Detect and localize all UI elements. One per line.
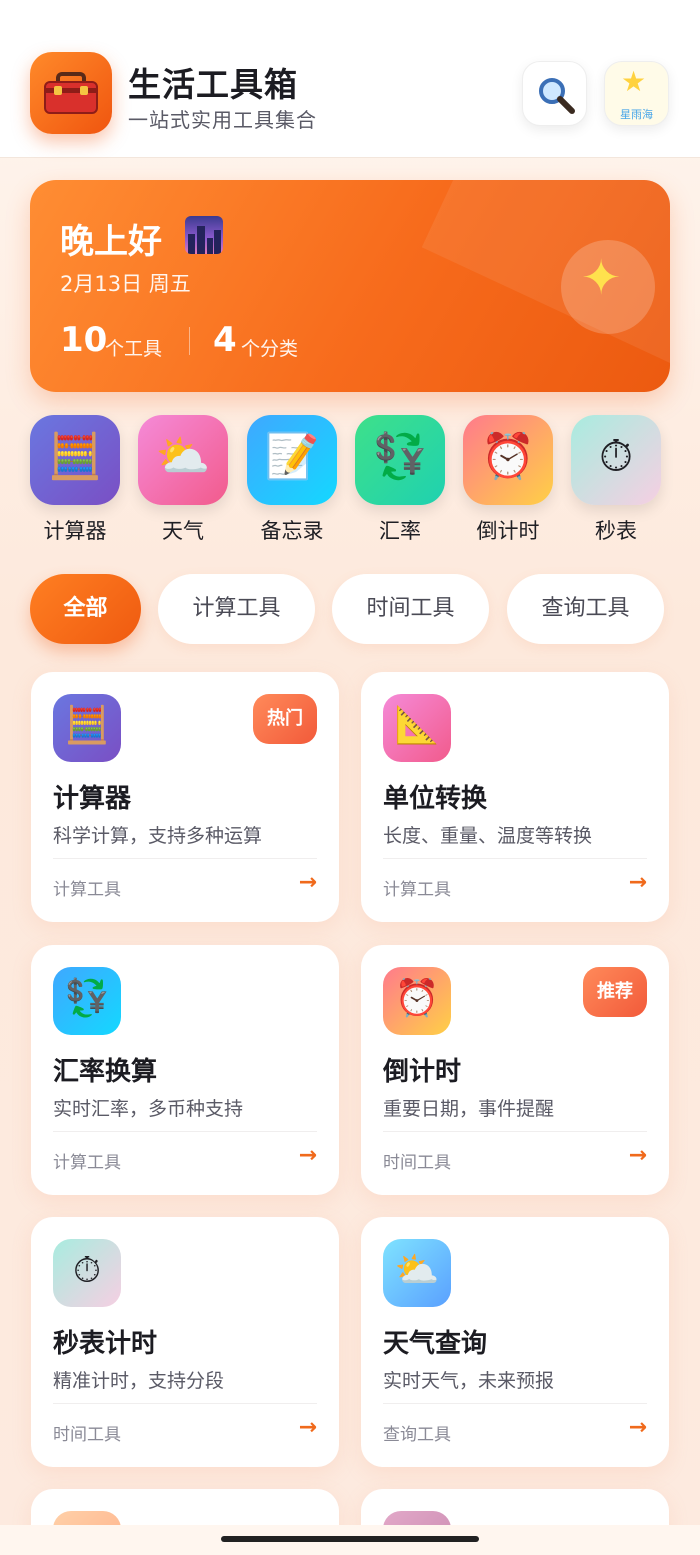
card-title: 秒表计时: [53, 1329, 158, 1359]
tool-card-stopwatch[interactable]: ⏱ 秒表计时 精准计时，支持分段 时间工具 →: [31, 1217, 339, 1467]
abacus-icon: 🧮: [64, 705, 110, 746]
quick-weather[interactable]: ⛅: [138, 415, 228, 505]
card-desc: 科学计算，支持多种运算: [53, 825, 263, 847]
arrow-right-icon: →: [298, 1143, 317, 1168]
quick-label-memo: 备忘录: [260, 519, 324, 543]
sun-cloud-icon: ⛅: [155, 431, 211, 482]
card-category: 查询工具: [383, 1425, 451, 1445]
card-title: 天气查询: [383, 1329, 488, 1359]
card-category: 计算工具: [383, 880, 451, 900]
card-desc: 重要日期，事件提醒: [383, 1098, 555, 1120]
card-title: 单位转换: [383, 784, 488, 814]
stat-divider: [189, 327, 190, 355]
card-divider: [383, 858, 647, 859]
card-category: 计算工具: [53, 1153, 121, 1173]
quick-label-weather: 天气: [162, 519, 204, 543]
card-icon: 🧮: [53, 694, 121, 762]
tab-calc-tools[interactable]: 计算工具: [158, 574, 315, 644]
arrow-right-icon: →: [628, 870, 647, 895]
date-text: 2月13日 周五: [60, 272, 191, 296]
night-city-icon: [185, 216, 223, 254]
tool-card-unit-convert[interactable]: 📐 单位转换 长度、重量、温度等转换 计算工具 →: [361, 672, 669, 922]
stopwatch-icon: ⏱: [72, 1250, 102, 1291]
arrow-right-icon: →: [298, 870, 317, 895]
tab-time-tools[interactable]: 时间工具: [332, 574, 489, 644]
card-icon: 📐: [383, 694, 451, 762]
arrow-right-icon: →: [298, 1415, 317, 1440]
tool-card-countdown[interactable]: ⏰ 推荐 倒计时 重要日期，事件提醒 时间工具 →: [361, 945, 669, 1195]
tool-card-weather[interactable]: ⛅ 天气查询 实时天气，未来预报 查询工具 →: [361, 1217, 669, 1467]
app-title: 生活工具箱: [128, 65, 298, 104]
greeting-text: 晚上好: [60, 222, 162, 262]
sparkles-icon: ✦: [561, 240, 655, 334]
avatar-text: 星雨海: [620, 108, 653, 121]
card-divider: [383, 1131, 647, 1132]
quick-countdown[interactable]: ⏰: [463, 415, 553, 505]
recommend-badge: 推荐: [583, 967, 647, 1017]
triangle-ruler-icon: 📐: [394, 705, 440, 746]
tab-query-tools[interactable]: 查询工具: [507, 574, 664, 644]
card-desc: 长度、重量、温度等转换: [383, 825, 593, 847]
quick-memo[interactable]: 📝: [247, 415, 337, 505]
quick-label-calculator: 计算器: [43, 519, 107, 543]
card-divider: [53, 858, 317, 859]
tool-card-exchange[interactable]: 💱 汇率换算 实时汇率，多币种支持 计算工具 →: [31, 945, 339, 1195]
card-desc: 实时天气，未来预报: [383, 1370, 555, 1392]
card-desc: 精准计时，支持分段: [53, 1370, 225, 1392]
quick-stopwatch[interactable]: ⏱: [571, 415, 661, 505]
card-category: 计算工具: [53, 880, 121, 900]
card-divider: [383, 1403, 647, 1404]
alarm-clock-icon: ⏰: [394, 978, 440, 1019]
tool-card-calculator[interactable]: 🧮 热门 计算器 科学计算，支持多种运算 计算工具 →: [31, 672, 339, 922]
quick-calculator[interactable]: 🧮: [30, 415, 120, 505]
alarm-clock-icon: ⏰: [480, 431, 536, 482]
card-icon: 💱: [53, 967, 121, 1035]
app-header: 生活工具箱 一站式实用工具集合 ★ 星雨海: [0, 0, 700, 158]
card-icon: ⛅: [383, 1239, 451, 1307]
quick-exchange[interactable]: 💱: [355, 415, 445, 505]
card-category: 时间工具: [383, 1153, 451, 1173]
tool-count-unit: 个工具: [105, 338, 163, 360]
currency-exchange-icon: 💱: [64, 978, 110, 1019]
hot-badge: 热门: [253, 694, 317, 744]
greeting-banner: 晚上好 2月13日 周五 10 个工具 4 个分类 ✦: [30, 180, 670, 392]
search-icon: [539, 78, 575, 114]
card-title: 计算器: [53, 784, 132, 814]
quick-label-countdown: 倒计时: [476, 519, 540, 543]
app-subtitle: 一站式实用工具集合: [128, 108, 317, 132]
card-icon: ⏰: [383, 967, 451, 1035]
toolbox-icon: [30, 52, 112, 134]
arrow-right-icon: →: [628, 1143, 647, 1168]
card-title: 汇率换算: [53, 1057, 158, 1087]
currency-exchange-icon: 💱: [372, 431, 428, 482]
tool-count: 10: [60, 320, 108, 360]
home-indicator[interactable]: [221, 1536, 479, 1542]
card-divider: [53, 1403, 317, 1404]
category-count: 4: [213, 320, 237, 360]
card-icon: ⏱: [53, 1239, 121, 1307]
quick-label-exchange: 汇率: [379, 519, 421, 543]
card-divider: [53, 1131, 317, 1132]
abacus-icon: 🧮: [47, 431, 103, 482]
avatar[interactable]: ★ 星雨海: [604, 61, 669, 126]
card-desc: 实时汇率，多币种支持: [53, 1098, 244, 1120]
star-icon: ★: [621, 65, 647, 98]
memo-icon: 📝: [264, 431, 320, 482]
card-category: 时间工具: [53, 1425, 121, 1445]
tab-all[interactable]: 全部: [30, 574, 141, 644]
arrow-right-icon: →: [628, 1415, 647, 1440]
category-count-unit: 个分类: [241, 338, 299, 360]
quick-label-stopwatch: 秒表: [595, 519, 637, 543]
card-title: 倒计时: [383, 1057, 462, 1087]
search-button[interactable]: [522, 61, 587, 126]
sun-cloud-icon: ⛅: [394, 1250, 440, 1291]
stopwatch-icon: ⏱: [598, 431, 634, 482]
